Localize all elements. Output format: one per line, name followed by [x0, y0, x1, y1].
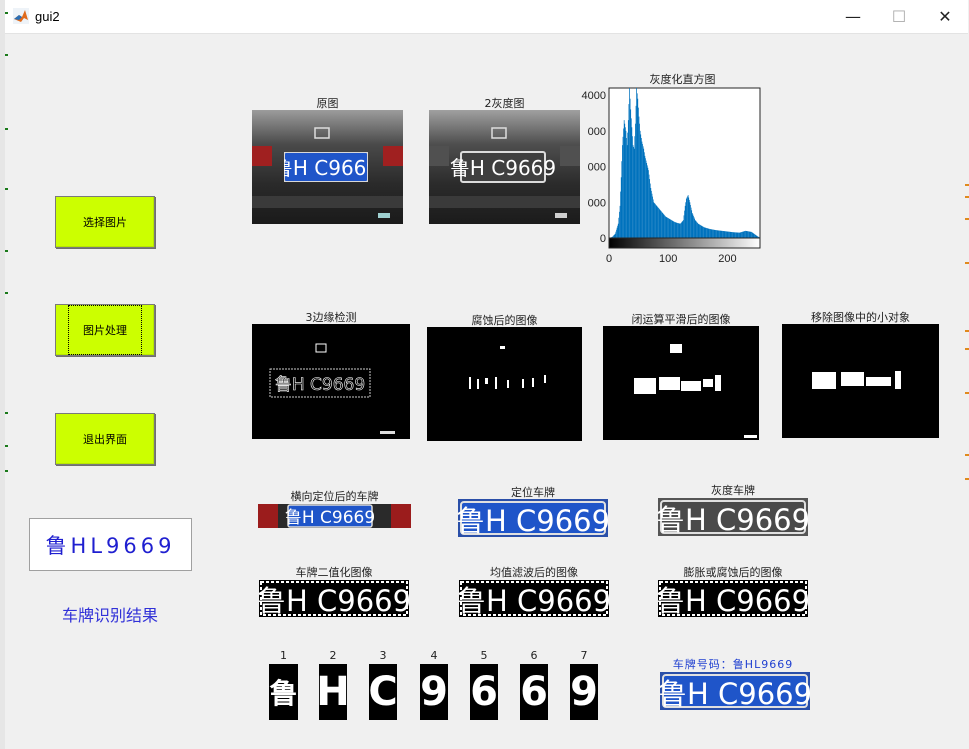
svg-text:鲁H C9669: 鲁H C9669 [259, 584, 409, 617]
histogram-y-tick-label: 000 [588, 162, 606, 174]
svg-text:鲁H C9669: 鲁H C9669 [658, 503, 808, 536]
gray-image: 鲁H C9669 [429, 110, 580, 224]
histogram-x-tick-label: 200 [718, 253, 736, 265]
edge-image: 鲁H C9669 [252, 324, 410, 439]
segment-char-7: 9 [570, 664, 598, 720]
gray-plate: 鲁H C9669 [658, 498, 808, 536]
edge-title: 3边缘检测 [305, 311, 357, 324]
segment-char-5: 6 [470, 664, 498, 720]
svg-text:鲁H C9669: 鲁H C9669 [275, 375, 365, 395]
segment-label-4: 4 [430, 649, 438, 662]
dilate-plate: 鲁H C9669 [658, 580, 808, 617]
svg-text:鲁H C9669: 鲁H C9669 [458, 504, 608, 537]
result-textbox: 鲁HL9669 [29, 518, 192, 571]
segment-char-2: H [319, 664, 347, 720]
removed-title: 移除图像中的小对象 [811, 311, 910, 324]
select-image-label: 选择图片 [83, 216, 127, 229]
exit-button[interactable]: 退出界面 [55, 413, 155, 465]
result-plate-text: 鲁HL9669 [45, 533, 176, 558]
segment-char-3: C [369, 664, 397, 720]
window-title: gui2 [35, 9, 60, 24]
histogram-x-tick-label: 100 [659, 253, 677, 265]
segment-label-3: 3 [379, 649, 387, 662]
histogram-title: 灰度化直方图 [649, 73, 716, 86]
result-label: 车牌识别结果 [61, 606, 158, 625]
eroded-title: 腐蚀后的图像 [471, 314, 538, 327]
svg-text:鲁H C9669: 鲁H C9669 [284, 156, 368, 180]
histogram-y-tick-label: 4000 [582, 90, 606, 102]
minimize-button[interactable]: — [830, 0, 876, 33]
select-image-button[interactable]: 选择图片 [55, 196, 155, 248]
histogram-y-tick-label: 000 [588, 197, 606, 209]
segment-char-1: 鲁 [269, 664, 298, 720]
histogram-x-ticks: 0 100 200 [606, 253, 737, 265]
process-image-label: 图片处理 [68, 305, 142, 355]
histogram-y-ticks: 00000000004000 [582, 90, 606, 245]
exit-label: 退出界面 [83, 433, 127, 446]
binary-plate: 鲁H C9669 [259, 580, 409, 617]
located-title: 定位车牌 [511, 486, 555, 499]
minimize-icon: — [845, 7, 861, 26]
located-plate: 鲁H C9669 [458, 499, 608, 537]
svg-text:鲁H C9669: 鲁H C9669 [450, 156, 556, 180]
segment-char-4: 9 [420, 664, 448, 720]
segment-char-6: 6 [520, 664, 548, 720]
process-image-button[interactable]: 图片处理 [55, 304, 155, 356]
histogram-x-tick-label: 0 [606, 253, 612, 265]
segment-label-1: 1 [280, 649, 287, 662]
svg-text:鲁H C9669: 鲁H C9669 [658, 584, 808, 617]
maximize-button[interactable]: ☐ [876, 0, 922, 33]
gray-plate-title: 灰度车牌 [711, 484, 755, 497]
close-icon: ✕ [938, 7, 952, 26]
segment-label-2: 2 [329, 649, 337, 662]
title-bar[interactable]: gui2 — ☐ ✕ [5, 0, 968, 34]
eroded-image [427, 327, 582, 441]
svg-text:鲁H C9669: 鲁H C9669 [660, 677, 810, 710]
mean-filter-title: 均值滤波后的图像 [490, 566, 578, 579]
h-located-title: 横向定位后的车牌 [290, 490, 379, 503]
histogram-y-tick-label: 000 [588, 126, 606, 138]
binary-title: 车牌二值化图像 [295, 566, 373, 579]
plate-number-title: 车牌号码：鲁HL9669 [672, 658, 794, 671]
close-button[interactable]: ✕ [922, 0, 968, 33]
figure-window: gui2 — ☐ ✕ 选择图片 图片处理 退出界面 鲁HL9669 车牌识别结果… [0, 0, 969, 749]
histogram-y-tick-label: 0 [600, 233, 606, 245]
maximize-icon: ☐ [891, 7, 907, 26]
svg-text:鲁H C9669: 鲁H C9669 [285, 508, 375, 528]
segment-label-5: 5 [480, 649, 488, 662]
segment-label-7: 7 [580, 649, 588, 662]
closed-image [603, 326, 759, 440]
final-plate: 鲁H C9669 [660, 672, 810, 710]
closed-title: 闭运算平滑后的图像 [631, 313, 731, 326]
histogram-chart: 00000000004000 0 100 200 [582, 87, 761, 265]
gray-colorbar [608, 237, 761, 249]
segment-label-6: 6 [530, 649, 538, 662]
removed-image [782, 324, 939, 438]
gray-title: 2灰度图 [484, 97, 525, 110]
dilate-title: 膨胀或腐蚀后的图像 [683, 566, 783, 579]
svg-text:鲁H C9669: 鲁H C9669 [459, 584, 609, 617]
original-title: 原图 [316, 97, 339, 110]
original-plate: 鲁H C9669 [284, 152, 368, 182]
h-located-image: 鲁H C9669 [258, 504, 411, 528]
mean-filter-plate: 鲁H C9669 [459, 580, 609, 617]
matlab-icon [13, 8, 29, 24]
